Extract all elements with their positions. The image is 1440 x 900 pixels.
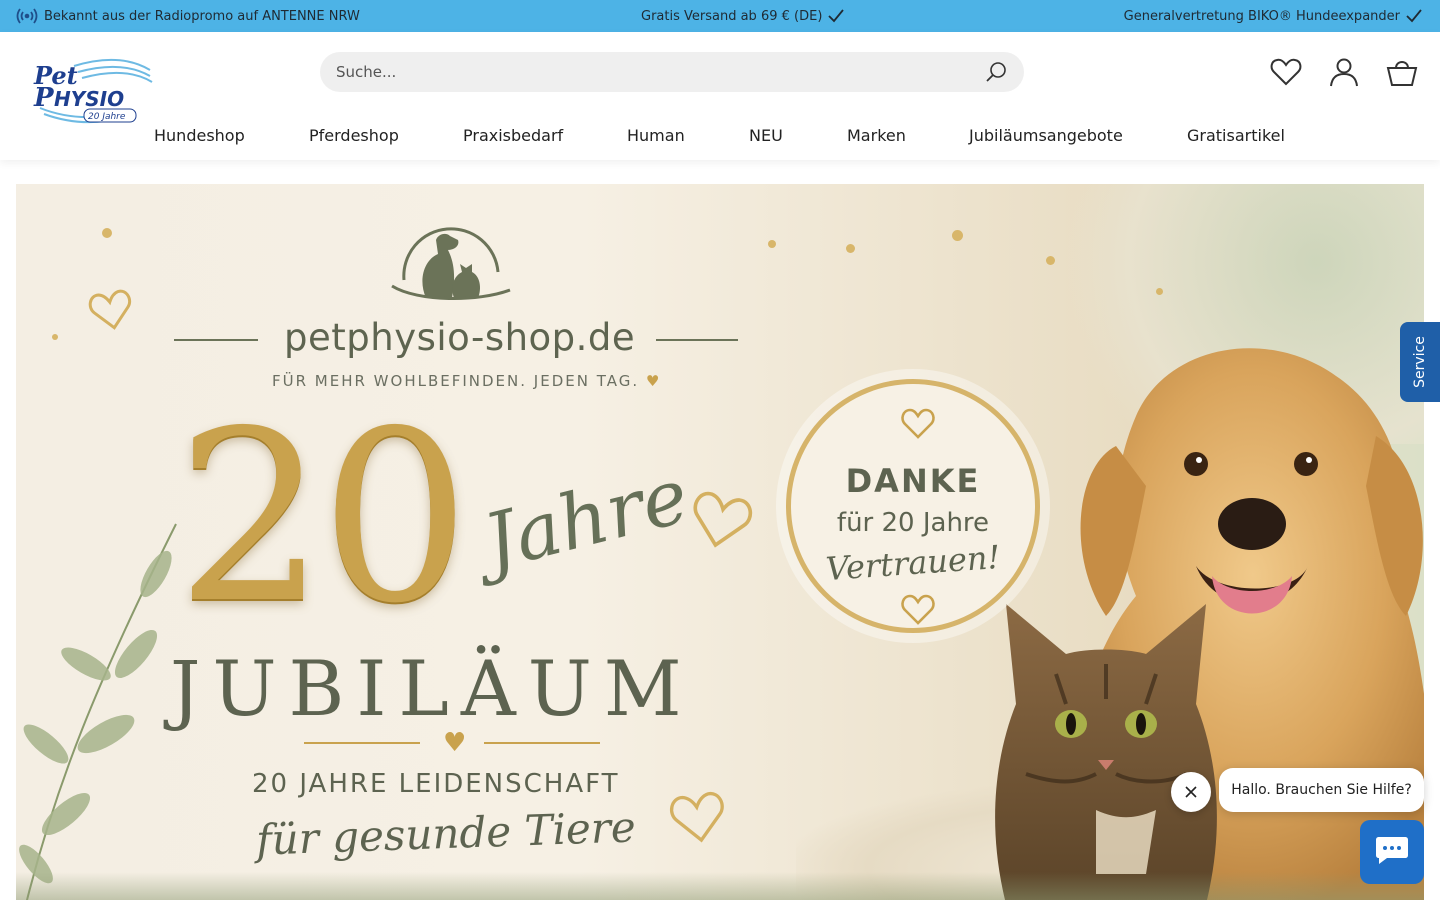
cart-basket-icon[interactable]: [1386, 56, 1418, 88]
search-input[interactable]: [336, 63, 984, 81]
hero-leidenschaft: 20 JAHRE LEIDENSCHAFT: [252, 769, 620, 799]
search-icon[interactable]: [984, 60, 1008, 84]
promo-biko[interactable]: Generalvertretung BIKO® Hundeexpander: [1124, 0, 1422, 32]
thank-you-badge: DANKE für 20 Jahre Vertrauen!: [786, 379, 1040, 633]
svg-text:20 Jahre: 20 Jahre: [88, 112, 126, 122]
hero-banner[interactable]: petphysio-shop.de FÜR MEHR WOHLBEFINDEN.…: [16, 184, 1424, 900]
nav-item-hundeshop[interactable]: Hundeshop: [154, 126, 245, 145]
svg-text:P: P: [33, 83, 55, 113]
hero-bottom-edge: [16, 872, 1424, 900]
promo-shipping-text: Gratis Versand ab 69 € (DE): [641, 8, 823, 24]
service-tab-label: Service: [1412, 336, 1428, 388]
sparkle-dot: [846, 244, 855, 253]
header-actions: [1270, 56, 1418, 88]
checkmark-icon: [1406, 9, 1422, 23]
account-user-icon[interactable]: [1328, 56, 1360, 88]
promo-biko-text: Generalvertretung BIKO® Hundeexpander: [1123, 8, 1400, 24]
promo-bar: Bekannt aus der Radiopromo auf ANTENNE N…: [0, 0, 1440, 32]
chat-close-button[interactable]: [1171, 772, 1211, 812]
sparkle-dot: [1046, 256, 1055, 265]
hero-anniversary-number: 20: [176, 380, 470, 655]
checkmark-icon: [828, 9, 845, 23]
heart-outline-icon: [88, 289, 132, 330]
hero-gesunde-tiere: für gesunde Tiere: [255, 802, 637, 865]
sparkle-dot: [52, 334, 58, 340]
radio-broadcast-icon: [16, 7, 38, 25]
tabby-cat-photo: [995, 604, 1217, 900]
wishlist-heart-icon[interactable]: [1270, 56, 1302, 88]
nav-item-neu[interactable]: NEU: [749, 126, 783, 145]
hero-jahre-script: Jahre: [475, 450, 697, 587]
nav-item-human[interactable]: Human: [627, 126, 685, 145]
site-header: Pet P HYSIO 20 Jahre Hundeshop Pferdesho…: [0, 32, 1440, 160]
pet-silhouette-logo: [391, 227, 511, 300]
nav-item-gratisartikel[interactable]: Gratisartikel: [1187, 126, 1285, 145]
promo-radio-text: Bekannt aus der Radiopromo auf ANTENNE N…: [44, 8, 360, 24]
chat-greeting-bubble[interactable]: Hallo. Brauchen Sie Hilfe?: [1219, 768, 1424, 812]
ornament-line-left: [304, 742, 420, 744]
brand-divider-right: [656, 339, 738, 341]
svg-text:HYSIO: HYSIO: [54, 87, 124, 111]
chat-greeting-text: Hallo. Brauchen Sie Hilfe?: [1231, 782, 1412, 798]
hero-brand-name: petphysio-shop.de: [284, 316, 636, 359]
nav-item-marken[interactable]: Marken: [847, 126, 906, 145]
heart-icon: ♥: [645, 372, 662, 390]
heart-outline-icon: [901, 408, 935, 439]
service-side-tab[interactable]: Service: [1400, 322, 1440, 402]
nav-item-praxisbedarf[interactable]: Praxisbedarf: [463, 126, 563, 145]
brand-divider-left: [174, 339, 258, 341]
main-navigation: Hundeshop Pferdeshop Praxisbedarf Human …: [0, 126, 1440, 156]
hero-jubilaeum-title: JUBILÄUM: [170, 644, 694, 733]
sparkle-dot: [952, 230, 963, 241]
badge-danke: DANKE: [845, 462, 981, 500]
nav-item-jubilaeumsangebote[interactable]: Jubiläumsangebote: [969, 126, 1123, 145]
petphysio-logo[interactable]: Pet P HYSIO 20 Jahre: [30, 54, 154, 124]
nav-item-pferdeshop[interactable]: Pferdeshop: [309, 126, 399, 145]
heart-outline-icon: [693, 491, 753, 548]
heart-outline-icon: [669, 791, 724, 843]
leaf-branch-illustration: [19, 523, 177, 900]
promo-radio[interactable]: Bekannt aus der Radiopromo auf ANTENNE N…: [16, 0, 360, 32]
badge-fuer-20-jahre: für 20 Jahre: [836, 508, 990, 538]
promo-shipping: Gratis Versand ab 69 € (DE): [641, 0, 845, 32]
chat-icon: [1375, 835, 1409, 869]
badge-vertrauen: Vertrauen!: [824, 537, 1002, 589]
heart-outline-icon: [901, 594, 935, 625]
sparkle-dot: [102, 228, 112, 238]
heart-icon: ♥: [443, 728, 467, 758]
close-icon: [1185, 783, 1197, 802]
search-bar[interactable]: [320, 52, 1024, 92]
ornament-line-right: [484, 742, 600, 744]
sparkle-dot: [1156, 288, 1163, 295]
chat-open-button[interactable]: [1360, 820, 1424, 884]
sparkle-dot: [768, 240, 776, 248]
